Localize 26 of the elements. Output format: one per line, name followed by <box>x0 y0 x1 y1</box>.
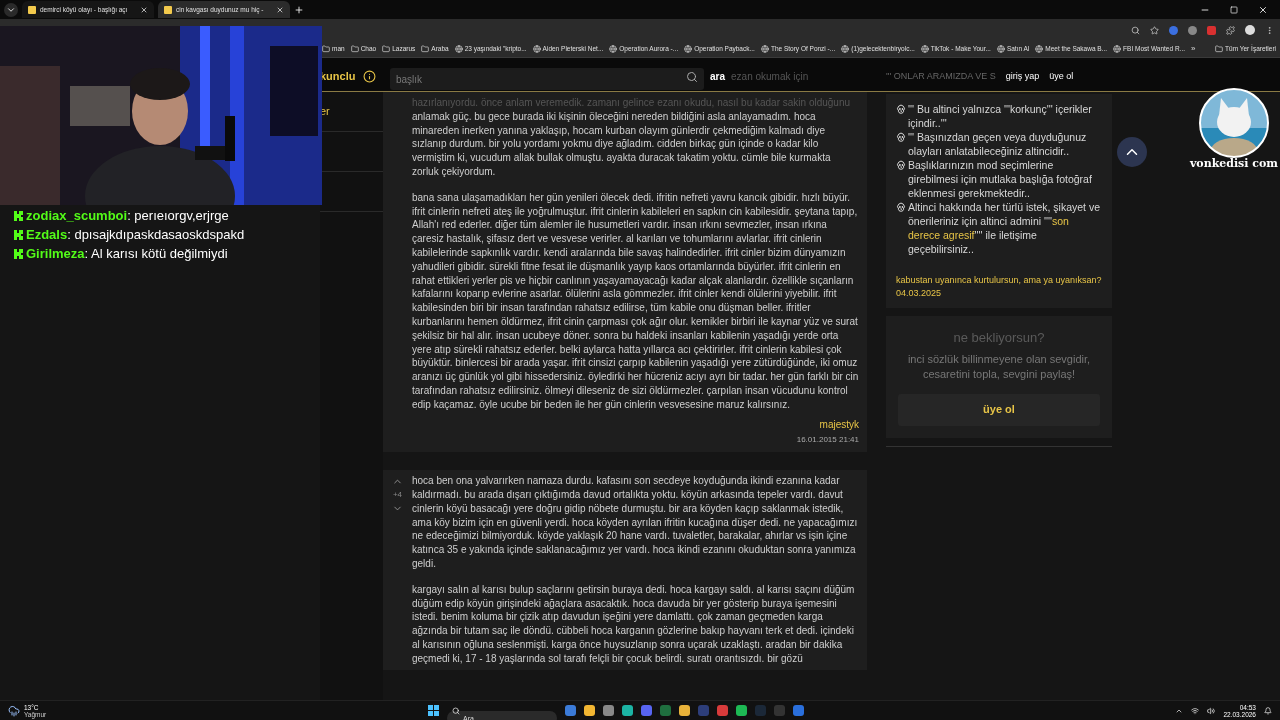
sidebar-title: ''' ONLAR ARAMIZDA VE S <box>886 69 996 83</box>
faded-text: ezan okumak için <box>731 70 809 84</box>
motto-text: kabustan uyanınca kurtulursun, ama ya uyanıksan? 04.03.2025 <box>896 274 1102 300</box>
avatar-caption: vonkedisi com <box>1189 158 1278 169</box>
rule-text: Başlıklarınızın mod seçimlerine girebilmesi için mutlaka başlığa fotoğraf eklenmesi gerekmektedir.. <box>908 158 1093 200</box>
chat-message: Girilmeza: Al karısı kötü değilmiydi <box>26 245 228 262</box>
login-link[interactable]: giriş yap <box>1005 69 1040 84</box>
rule-text: Altinci hakkında her türlü istek, şikayet ve önerileriniz için altinci admini ''''son derece agresif'''' ile iletişime geçebilirsiniz.. <box>908 200 1101 256</box>
more-bookmarks-button[interactable]: » <box>1191 43 1196 55</box>
entry-paragraph: anlamak güç. bu gece burada iki kişinin öleceğini nereden bildiğini asla anlayamadım. hoca minareden inerken yanına yaklaşıp, hocam kurban olayım günlerdir çekmediğim kalmadı diye sızlanıp durdum. bir yolu yordamı yokmu diye ağladım. cidden birkaç gün içinde o kadar kilo vermiştim ki, vucudum allak bullak olmuştu. ayakta duracak takatim yoktu. cümle bile kurmakta zorluk çekiyordum. <box>412 109 832 179</box>
cta-title: ne bekliyorsun? <box>953 329 1045 347</box>
signup-link[interactable]: üye ol <box>1049 69 1074 84</box>
rule-text: ''' Başınızdan geçen veya duyduğunuz olayları anlatabileceğiniz altincidir.. <box>908 130 1088 158</box>
chat-message: zodiax_scumboi: perıeıorgv,erjrge <box>26 207 229 224</box>
search-field[interactable]: başlık <box>390 68 704 90</box>
chat-message: Ezdals: dpısajkdıpaskdasaoskdspakd <box>26 226 245 243</box>
rule-text: ''' Bu altinci yalnızca '''korkunç''' içerikler içindir..''' <box>908 102 1093 130</box>
entry-paragraph: bana sana ulaşamadıkları her gün yenileri ölecek dedi. ifritin nefreti yavru kancık gibidir. hızlı büyür. ifrit cinlerin nefreti ateş ile yoğrulmuştur. ifrit cinlerin kabileleri en sapkın cin kabilesidir. şeytana tapıp, Allah'ı red ederler. diğer tüm alemler ile husumetleri vardır. insan ırkını sevmezler, insan ırkına çaresiz hastalık, şifasız dert ve vesvese verirler. al karıları ve tohumlarını avlarlar. ifrit cinlerin kabilelerinde sapkınlık vardır. kendi aralarında bile savaş halindedirler. ifrit cinler bizim dünyamızın yahudileri gibidir. sürekli fitne fesat ile düşmanlık yayıp kaos ortamlarında büyürler. ifrit cinlerin en rahat ettikleri yerler pis ve hiçbir canlının yaşayamayacağı kadar alçak alanlardır. özellikle sıçanların kafalarını koparıp evlerine asarlar. ölülerini asla gömmezler. ifrit cinler kendi ölülerini yiyebilir. ifrit kabilesinden biri bir insan tarafından rahatsız edilirse, tüm kabile onu düşman beller. ifritler kurbanlarını hemen öldürmez, ifrit cinin çarpması çok ağır olur. kemikler birbiri ile kaynar yüz ve surat şekilsiz bir hal alır. insan ucubeye döner. sonra bu haldeki insanları kabilenin yaşadığı yerde orta yere atıp sürekli rahatsız ederler. belki aylarca hatta yıllarca acı çektirirler. ifrit cinlerin kabilesi çok büyüktür. binlercesi bir arada yaşar. ifrit cinsizi çarpıp kabilenin yaşadığı yere zütürdüğünde, iki omuz aranızı üç günlük yol gibi hissedersiniz. öyledirki her hücreniz acıyı ayrı bir tadar. her gün farklı bir cin tarafından rahatsız edilirsiniz. ölmeyi dileseniz de sizi öldürmezler. çarpılan insan vücudunu kontrol edip kaçamaz. öyle ucube bir beden ile her gün cinlerin vesvesesine maruz kalırsınız. <box>412 190 859 412</box>
entry-date: 16.01.2015 21:41 <box>796 434 859 447</box>
vote-count: +4 <box>392 489 403 502</box>
cta-text: inci sözlük billinmeyene olan sevgidir, cesaretini topla, sevgini paylaş! <box>906 351 1092 382</box>
signup-button[interactable]: üye ol <box>898 393 1100 426</box>
search-button[interactable]: ara <box>710 69 725 84</box>
entry-paragraph: hoca ben ona yalvarırken namaza durdu. kafasını son secdeye koyduğunda ikindi ezanına kadar kaldırmadı. bu arada dışarı çıktığımda davud ortalıkta yoktu. köyün arkasında tepeler vardı. davut cinlerin köyü basacağı yere doğru gidip nöbete durmuştu. bir ara köyden kaçıp saklanmak istedik, ama köy bizim için en güvenli yerdi. hoca köyden ayrılan ifritin kucağına düşer dedi. ne yapacağımızı ne edeceğimizi bilmiyorduk. köyde yaklaşık 20 hane vardı. tuvaletler, barakalar, ahırlar vs işin içine katınca 35 e yakında içinde saklanacağımız yer vardı. hoca ikindi ezanını okuduktan sonra yanımıza geldi. <box>412 474 859 571</box>
author-link[interactable]: majestyk <box>819 417 859 432</box>
entry-paragraph: kargayı salın al karısı bulup saçlarını getirsin buraya dedi. hoca kargayı saldı. al karısı saçını düğüm düğüm edip köyün girişindeki ağaçlara asacaktık. hoca davuda bir yer gösterip buraya işemesini istedi. benim koluma bir çizik atıp davudun işeğini yere damlattı. çok zaman geçmeden karga ağzında bir tutam saç ile döndü. cübbeli hoca karganın gözlerine bakıp hayvanı terk et dedi. içindeki al karısının oğluna seslenmişti. karga önce huysuzlanıp sonra uçarak uzaklaştı. aradan bir dakika geçmedi ki, 17 - 18 yaşlarında sol tarafı felçli bir çocuk belirdi. suratı orantısızdı. bir gözü <box>412 582 856 666</box>
